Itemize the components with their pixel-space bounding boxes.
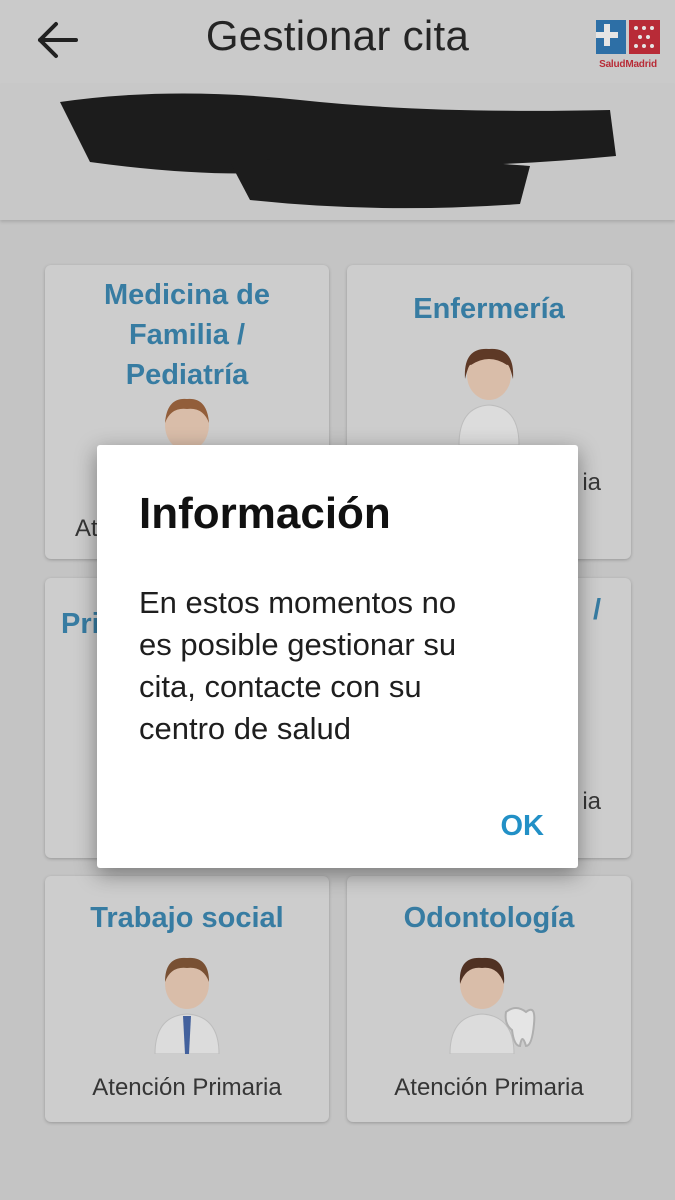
info-dialog: Información En estos momentos no es posi… bbox=[97, 445, 578, 868]
dialog-title: Información bbox=[139, 489, 391, 538]
dialog-message: En estos momentos no es posible gestiona… bbox=[139, 585, 457, 746]
ok-button[interactable]: OK bbox=[501, 810, 545, 843]
